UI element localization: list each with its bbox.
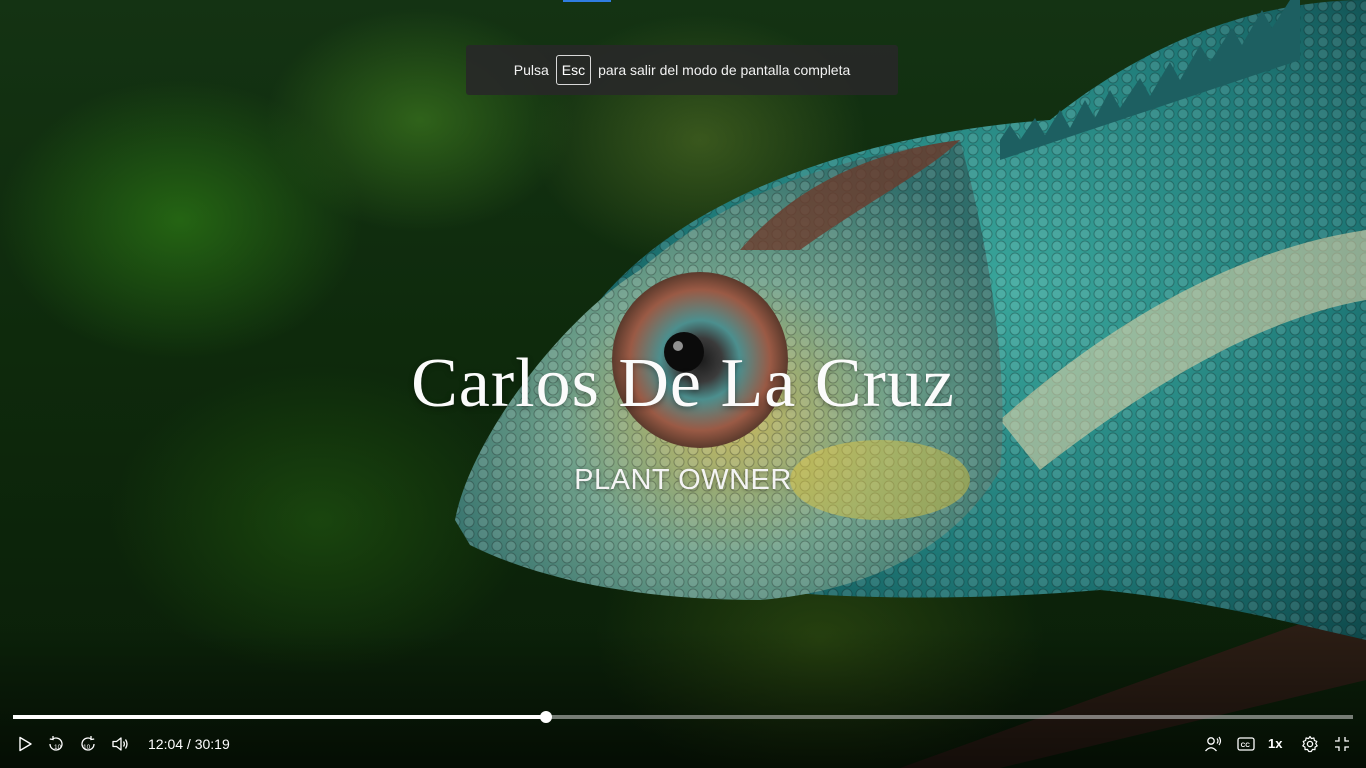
svg-text:10: 10 xyxy=(54,744,62,751)
toast-prefix: Pulsa xyxy=(513,62,549,78)
play-button[interactable] xyxy=(13,732,37,756)
rewind-10-icon: 10 xyxy=(49,736,63,751)
settings-button[interactable] xyxy=(1298,732,1322,756)
seek-bar[interactable] xyxy=(13,711,1353,723)
seek-played xyxy=(13,715,547,719)
rewind-10-button[interactable]: 10 xyxy=(44,732,68,756)
top-indicator xyxy=(563,0,611,2)
voice-icon xyxy=(1205,736,1222,752)
forward-10-icon: 10 xyxy=(81,736,95,751)
exit-fullscreen-button[interactable] xyxy=(1330,732,1354,756)
playback-rate-button[interactable]: 1x xyxy=(1268,736,1282,751)
settings-icon xyxy=(1302,735,1318,753)
video-subtitle: PLANT OWNER xyxy=(574,464,792,496)
fullscreen-toast: Pulsa Esc para salir del modo de pantall… xyxy=(466,45,898,95)
captions-button[interactable]: CC xyxy=(1234,732,1258,756)
captions-icon: CC xyxy=(1237,737,1255,751)
toast-message: para salir del modo de pantalla completa xyxy=(598,62,851,78)
video-title: Carlos De La Cruz xyxy=(411,345,955,422)
play-icon xyxy=(19,736,32,752)
esc-key: Esc xyxy=(555,55,592,85)
svg-text:CC: CC xyxy=(1241,742,1251,749)
volume-button[interactable] xyxy=(108,732,132,756)
time-display: 12:04 / 30:19 xyxy=(148,736,230,752)
voice-button[interactable] xyxy=(1201,732,1225,756)
svg-text:10: 10 xyxy=(83,744,91,751)
forward-10-button[interactable]: 10 xyxy=(76,732,100,756)
exit-fullscreen-icon xyxy=(1335,737,1349,751)
player-controls: 10 10 12:04 / 30:19 CC 1x xyxy=(0,728,1366,760)
volume-icon xyxy=(112,737,128,751)
